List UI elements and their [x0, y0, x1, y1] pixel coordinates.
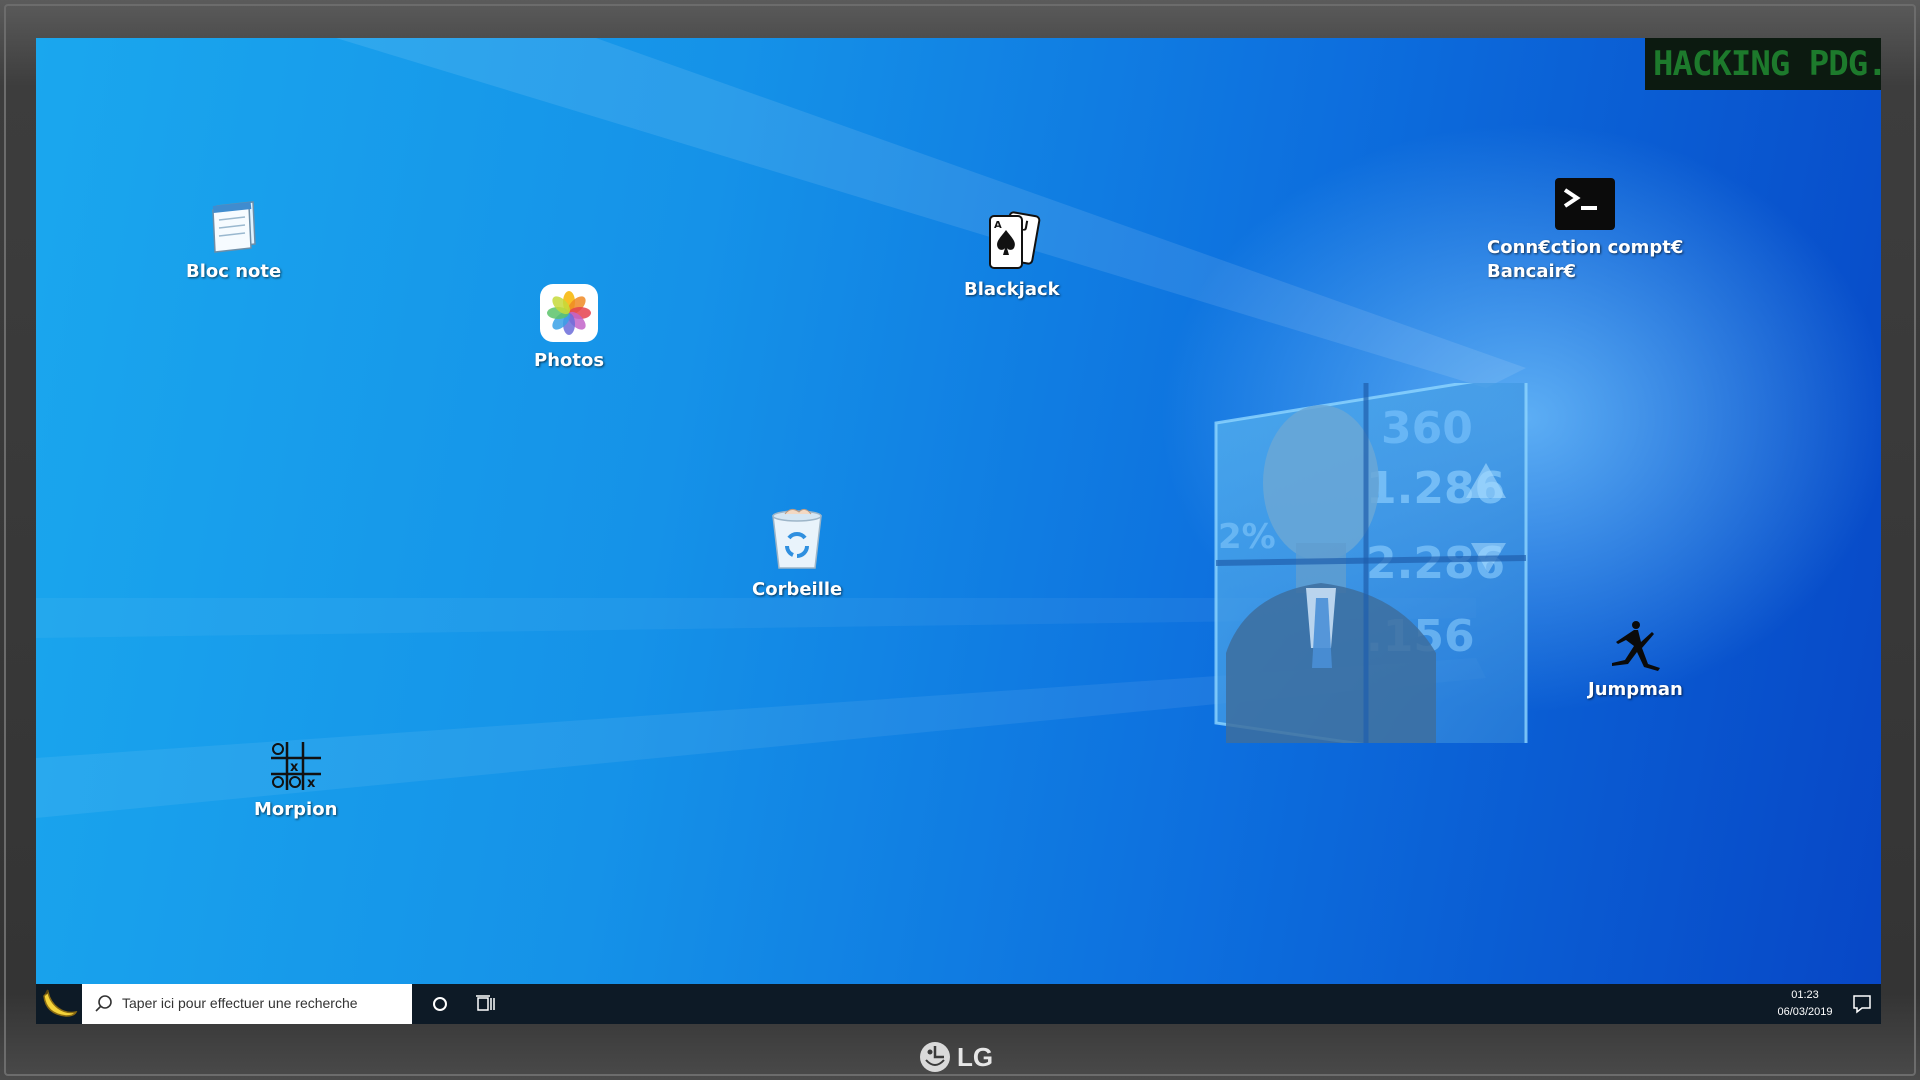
desktop-wallpaper: HACKING PDG... 360 1.286 2.286 .156 2%: [36, 38, 1881, 984]
desktop-icon-label-line2: Bancair€: [1487, 261, 1577, 282]
desktop-icon-label: Bloc note: [186, 261, 282, 282]
desktop-icon-label: Photos: [534, 350, 605, 371]
cortana-button[interactable]: [418, 984, 462, 1024]
desktop-screen: HACKING PDG... 360 1.286 2.286 .156 2%: [36, 38, 1881, 1024]
start-button[interactable]: [36, 984, 80, 1024]
search-input[interactable]: Taper ici pour effectuer une recherche: [82, 984, 412, 1024]
task-view-button[interactable]: [464, 984, 508, 1024]
svg-text:x: x: [307, 776, 316, 791]
monitor-brand-text: LG: [957, 1041, 994, 1072]
svg-text:2%: 2%: [1218, 517, 1276, 557]
clock-date: 06/03/2019: [1777, 1006, 1833, 1018]
desktop-icon-corbeille[interactable]: Corbeille: [752, 506, 842, 602]
desktop-icon-label: Jumpman: [1588, 679, 1683, 700]
taskbar-clock[interactable]: 01:23 06/03/2019: [1760, 987, 1850, 1021]
taskbar: Taper ici pour effectuer une recherche 0…: [36, 984, 1881, 1024]
clock-time: 01:23: [1791, 989, 1819, 1001]
desktop-icon-label: Blackjack: [964, 279, 1060, 300]
desktop-icon-blackjack[interactable]: J A Blackjack: [964, 210, 1060, 302]
windows-logo-meme: 360 1.286 2.286 .156 2%: [1214, 383, 1528, 743]
desktop-icon-photos[interactable]: Photos: [534, 283, 604, 373]
recycle-bin-icon: [772, 508, 822, 569]
svg-text:360: 360: [1381, 403, 1473, 454]
playing-cards-icon: J A: [988, 211, 1041, 269]
search-placeholder: Taper ici pour effectuer une recherche: [122, 995, 358, 1011]
search-icon: [95, 995, 112, 1012]
desktop-icon-morpion[interactable]: x x Morpion: [254, 738, 337, 822]
desktop-icon-connection-compte-bancaire[interactable]: Conn€ction compt€ Bancair€: [1487, 178, 1683, 284]
monitor-brand-logo: LG: [918, 1040, 993, 1074]
notepad-icon: [211, 201, 256, 253]
terminal-icon: [1555, 178, 1616, 230]
svg-text:A: A: [994, 220, 1002, 231]
desktop-icon-label: Morpion: [254, 799, 338, 820]
desktop-icon-label: Corbeille: [752, 579, 843, 600]
desktop-icon-bloc-note[interactable]: Bloc note: [186, 196, 281, 284]
monitor-frame: HACKING PDG... 360 1.286 2.286 .156 2%: [0, 0, 1920, 1080]
notification-center-button[interactable]: [1842, 984, 1881, 1024]
hacking-banner: HACKING PDG...: [1645, 38, 1881, 90]
notification-icon: [1853, 995, 1871, 1014]
desktop-icon-jumpman[interactable]: Jumpman: [1588, 620, 1683, 702]
desktop-icon-label: Conn€ction compt€: [1487, 237, 1684, 258]
photos-icon: [540, 284, 599, 342]
svg-text:x: x: [290, 760, 299, 775]
task-view-icon: [476, 995, 495, 1011]
lg-logo-icon: [920, 1042, 950, 1072]
banana-icon: [43, 989, 78, 1017]
tic-tac-toe-icon: x x: [270, 742, 321, 791]
cortana-circle-icon: [433, 997, 447, 1011]
jumpman-icon: [1612, 621, 1661, 671]
